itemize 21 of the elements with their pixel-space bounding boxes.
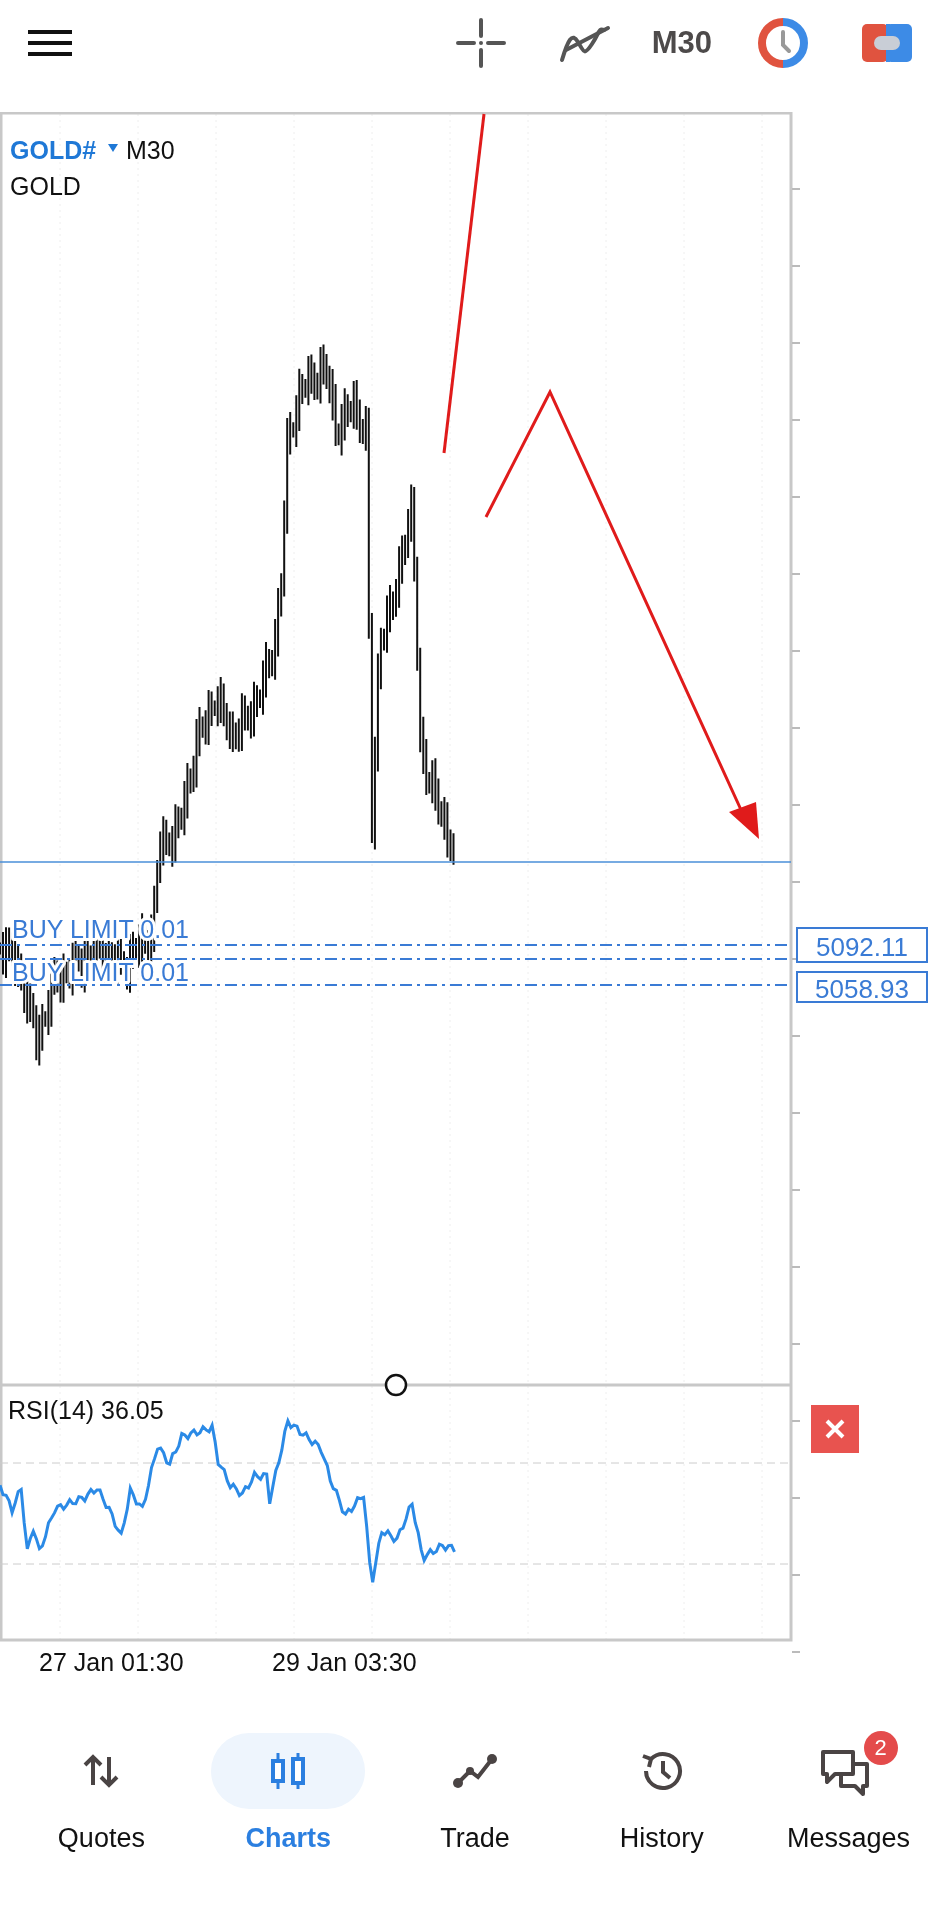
nav-tab[interactable]: Trade [385,1733,565,1854]
dropdown-icon[interactable] [108,144,118,152]
clock-icon[interactable] [758,18,808,68]
timeframe-button[interactable]: M30 [651,25,712,61]
symbol-label[interactable]: GOLD# [10,136,97,164]
line-chart-icon [452,1753,498,1789]
pane-resize-handle[interactable] [384,1373,408,1397]
rsi-label: RSI(14) 36.05 [8,1396,164,1424]
price-tag: 5058.93 [796,971,928,1004]
unread-badge: 2 [863,1731,898,1765]
nav-tab[interactable]: History [571,1733,752,1854]
date-label: 27 Jan 01:30 [39,1648,184,1676]
nav-tab[interactable]: 2 Messages [758,1733,939,1854]
price-tag: 5092.11 [796,927,928,963]
nav-tab[interactable]: Quotes [11,1733,192,1854]
crosshair-icon[interactable] [455,18,506,68]
close-button[interactable] [811,1405,859,1453]
timeframe-label: M30 [126,136,175,164]
menu-icon[interactable] [28,29,72,57]
date-label: 29 Jan 03:30 [272,1648,417,1676]
symbol-description: GOLD [10,172,81,200]
